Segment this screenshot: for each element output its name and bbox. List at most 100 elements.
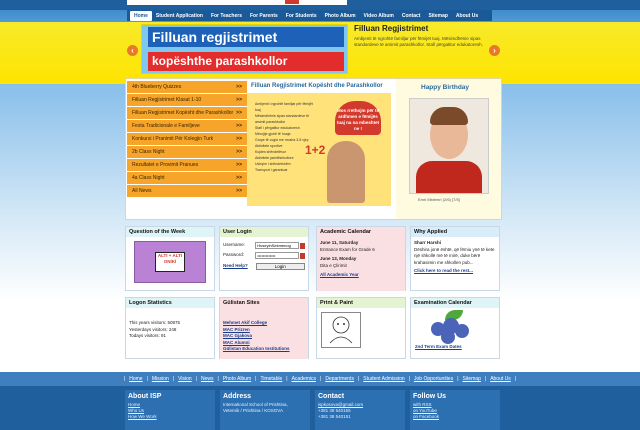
box-title: User Login	[220, 227, 308, 237]
clear-icon[interactable]	[300, 242, 305, 249]
need-help-link[interactable]: Need Help?	[223, 263, 256, 270]
news-item-label: Konkursi i Pranimit Për Kolegjin Turk	[132, 136, 214, 142]
password-label: Password:	[223, 252, 245, 258]
news-item-all[interactable]: All News >>	[127, 185, 247, 198]
news-item[interactable]: 2b Class Night >>	[127, 146, 247, 159]
facebook-link[interactable]: on Facebook	[413, 414, 497, 420]
news-item[interactable]: Filluan Regjistrimet Klasat 1-10 >>	[127, 94, 247, 107]
berry-shape	[441, 330, 455, 344]
phone-number: +381 38 540151	[318, 414, 351, 419]
math-doodle: 1+2	[305, 143, 326, 157]
chevron-right-icon: >>	[236, 97, 242, 103]
feature-image[interactable]: Ambjenti i ngrohtë familjar për fëmijët …	[247, 93, 391, 206]
news-item[interactable]: Konkursi i Pranimit Për Kolegjin Turk >>	[127, 133, 247, 146]
chevron-right-icon: >>	[236, 175, 242, 181]
feature-bullet: Mësimdhënie sipas standardeve të arsimit…	[255, 114, 310, 124]
footer-link[interactable]: About Us	[486, 376, 515, 382]
question-of-week-box: Question of the Week ALTI + ALTI ONİKİ	[125, 226, 215, 291]
separator: |	[514, 376, 517, 382]
footer-link[interactable]: Timetable	[256, 376, 286, 382]
footer-col-title: Address	[223, 393, 252, 400]
nav-for-teachers[interactable]: For Teachers	[207, 11, 246, 21]
news-item[interactable]: Rezultatet e Provimit Pranues >>	[127, 159, 247, 172]
footer-link[interactable]: Job Opportunities	[410, 376, 457, 382]
news-item-label: 2b Class Night	[132, 149, 165, 155]
all-academic-year-link[interactable]: All Academic Year	[320, 272, 402, 279]
nav-about-us[interactable]: About Us	[452, 11, 482, 21]
hero-banner: Filluan regjistrimet kopështhe parashkol…	[0, 22, 640, 84]
footer-link[interactable]: Photo Album	[219, 376, 255, 382]
nav-sitemap[interactable]: Sitemap	[424, 11, 451, 21]
news-item[interactable]: Filluan Regjistrimet Kopësht dhe Parashk…	[127, 107, 247, 120]
footer-link[interactable]: Mission	[148, 376, 173, 382]
coloring-drawing	[329, 316, 353, 344]
site-link[interactable]: Gülistan Education Institutions	[223, 346, 305, 353]
footer-link[interactable]: Sitemap	[459, 376, 485, 382]
footer-col-link[interactable]: How We Work	[128, 414, 212, 420]
chevron-right-icon: >>	[236, 149, 242, 155]
footer-link[interactable]: Departments	[321, 376, 358, 382]
footer-link[interactable]: Vision	[174, 376, 196, 382]
banner-next-icon[interactable]: ›	[489, 45, 500, 56]
banner-image-subtitle: kopështhe parashkollor	[148, 52, 344, 71]
feature-title[interactable]: Filluan Regjistrimet Kopësht dhe Parashk…	[251, 83, 383, 89]
footer-about: About ISP Home Who Us How We Work	[125, 390, 215, 430]
box-title: Academic Calendar	[317, 227, 405, 237]
coloring-page-image[interactable]	[321, 312, 361, 348]
exam-dates-link[interactable]: 2nd Term Exam Dates	[411, 344, 499, 349]
banner-title: Filluan Regjistrimet	[354, 24, 429, 33]
birthday-photo[interactable]	[409, 98, 489, 194]
event-text: Entrance Exam for Grade 6	[320, 246, 375, 252]
student-shirt	[416, 161, 482, 193]
question-image[interactable]: ALTI + ALTI ONİKİ	[134, 241, 206, 283]
news-item[interactable]: Festa Tradicionale e Familjeve >>	[127, 120, 247, 133]
footer-link[interactable]: Student Admission	[359, 376, 408, 382]
heart-badge: Mos rrethojm për të ardhmen e fëmijës tu…	[335, 101, 381, 135]
username-input[interactable]	[255, 242, 300, 249]
chevron-right-icon: >>	[236, 123, 242, 129]
nav-video-album[interactable]: Video Album	[360, 11, 398, 21]
footer-address: Address International School of Prishtin…	[220, 390, 310, 430]
print-paint-box: Print & Paint	[316, 297, 406, 359]
box-title: Print & Paint	[317, 298, 405, 308]
berry-shape	[455, 324, 469, 338]
footer-link[interactable]: News	[197, 376, 218, 382]
news-section: 4th Blueberry Quizzes >> Filluan Regjistr…	[125, 78, 502, 220]
nav-home[interactable]: Home	[130, 10, 152, 21]
child-photo	[327, 141, 365, 203]
banner-prev-icon[interactable]: ‹	[127, 45, 138, 56]
news-item-label: 4a Class Night	[132, 175, 165, 181]
clear-icon[interactable]	[300, 252, 305, 259]
site-logo[interactable]	[127, 0, 347, 5]
news-item-label: All News	[132, 188, 152, 194]
news-menu: 4th Blueberry Quizzes >> Filluan Regjistr…	[127, 81, 247, 198]
news-item[interactable]: 4th Blueberry Quizzes >>	[127, 81, 247, 94]
banner-image-title: Filluan regjistrimet	[148, 27, 344, 47]
news-item-label: Festa Tradicionale e Familjeve	[132, 123, 200, 129]
chevron-right-icon: >>	[236, 84, 242, 90]
news-item[interactable]: 4a Class Night >>	[127, 172, 247, 185]
academic-calendar-box: Academic Calendar June 11, Saturday Entr…	[316, 226, 406, 291]
login-button[interactable]: Login	[255, 263, 305, 270]
nav-photo-album[interactable]: Photo Album	[321, 11, 360, 21]
nav-student-application[interactable]: Student Application	[152, 11, 207, 21]
blueberry-image[interactable]	[425, 310, 485, 344]
footer: About ISP Home Who Us How We Work Addres…	[0, 386, 640, 430]
why-applied-box: Why Applied Sharr Harshi Dëshira jonë ës…	[410, 226, 500, 291]
read-more-link[interactable]: Click here to read the rest...	[414, 268, 496, 275]
footer-link[interactable]: Academics	[288, 376, 320, 382]
question-text: ALTI + ALTI ONİKİ	[155, 252, 185, 272]
student-hair	[430, 107, 468, 125]
footer-link[interactable]: Home	[125, 376, 146, 382]
chevron-right-icon: >>	[236, 188, 242, 194]
password-input[interactable]	[255, 252, 300, 259]
footer-contact: Contact ispkosova@gmail.com +381 38 5401…	[315, 390, 405, 430]
birthday-caption: Emri Mbiemri (2/6) [7/5]	[418, 197, 460, 202]
chevron-right-icon: >>	[236, 162, 242, 168]
footer-col-title: Follow Us	[413, 393, 447, 400]
nav-contact[interactable]: Contact	[398, 11, 425, 21]
banner-image[interactable]: Filluan regjistrimet kopështhe parashkol…	[141, 24, 348, 74]
nav-for-students[interactable]: For Students	[282, 11, 321, 21]
footer-col-title: Contact	[318, 393, 345, 400]
nav-for-parents[interactable]: For Parents	[246, 11, 282, 21]
